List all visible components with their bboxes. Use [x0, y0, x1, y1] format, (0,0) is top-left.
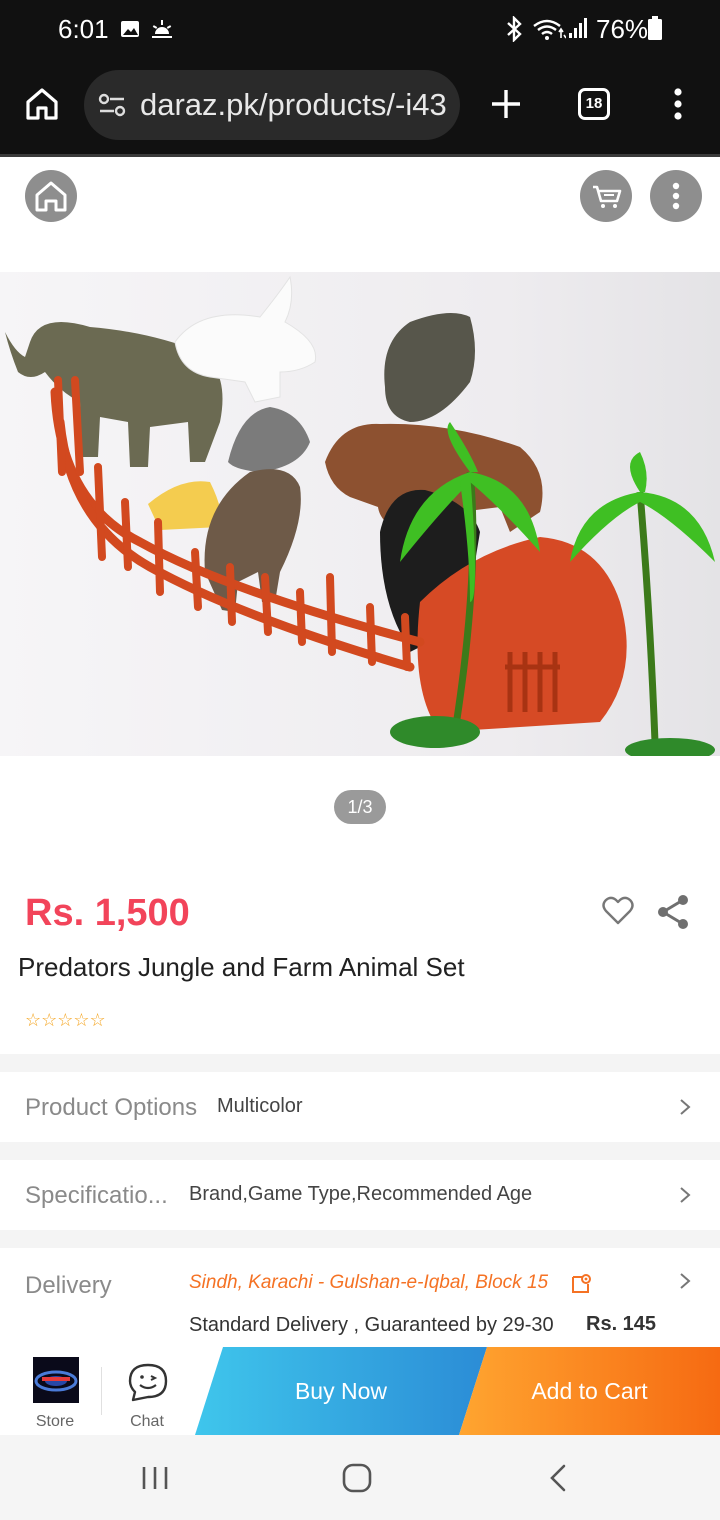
- chat-button[interactable]: Chat: [102, 1347, 192, 1435]
- status-bar: 6:01 76%: [0, 0, 720, 58]
- product-options-row[interactable]: Product Options Multicolor: [0, 1072, 720, 1142]
- status-time: 6:01: [58, 14, 109, 44]
- chat-label: Chat: [130, 1413, 164, 1430]
- product-photo: [0, 272, 720, 756]
- chevron-right-icon: [680, 1099, 691, 1115]
- battery-icon: [648, 16, 662, 40]
- recents-icon[interactable]: [140, 1465, 170, 1491]
- section-divider: [0, 1142, 720, 1160]
- address-bar[interactable]: daraz.pk/products/-i43: [84, 70, 460, 140]
- chevron-right-icon: [680, 1187, 691, 1203]
- page-home-button[interactable]: [25, 170, 77, 222]
- location-edit-icon[interactable]: [570, 1273, 592, 1295]
- chevron-right-icon: [680, 1273, 691, 1289]
- product-price: Rs. 1,500: [25, 892, 190, 934]
- plus-icon[interactable]: [490, 88, 522, 120]
- specifications-row[interactable]: Specificatio... Brand,Game Type,Recommen…: [0, 1160, 720, 1230]
- rating-stars[interactable]: ☆☆☆☆☆: [25, 1010, 106, 1031]
- delivery-option: Standard Delivery , Guaranteed by 29-30: [189, 1314, 554, 1336]
- battery-percentage: 76%: [596, 14, 649, 44]
- add-to-cart-button[interactable]: Add to Cart: [459, 1347, 720, 1435]
- product-title: Predators Jungle and Farm Animal Set: [18, 952, 465, 982]
- home-icon: [35, 181, 67, 212]
- toolbar-divider: [0, 154, 720, 157]
- more-options-button[interactable]: [650, 170, 702, 222]
- bluetooth-icon: [507, 16, 522, 42]
- site-settings-icon[interactable]: [98, 93, 126, 117]
- specifications-label: Specificatio...: [25, 1182, 168, 1209]
- gallery-icon: [121, 21, 139, 37]
- url-text[interactable]: daraz.pk/products/-i43: [140, 87, 447, 123]
- section-divider: [0, 1054, 720, 1072]
- share-icon[interactable]: [656, 894, 690, 930]
- delivery-label: Delivery: [25, 1272, 112, 1299]
- weather-icon: [152, 20, 172, 38]
- store-logo: [33, 1357, 79, 1403]
- image-counter: 1/3: [334, 790, 386, 824]
- cart-button[interactable]: [580, 170, 632, 222]
- chat-icon: [128, 1363, 168, 1402]
- tab-switcher-icon[interactable]: 18: [578, 88, 610, 120]
- browser-toolbar: daraz.pk/products/-i43 18: [0, 58, 720, 154]
- home-icon[interactable]: [24, 86, 60, 122]
- store-button[interactable]: Store: [10, 1347, 100, 1435]
- buy-now-button[interactable]: Buy Now: [195, 1347, 487, 1435]
- store-label: Store: [35, 1413, 75, 1430]
- product-image[interactable]: [0, 272, 720, 756]
- action-bar: Store Chat Buy Now Add to Cart: [0, 1347, 720, 1435]
- back-icon[interactable]: [548, 1463, 568, 1493]
- section-divider: [0, 1230, 720, 1248]
- system-navigation-bar: [0, 1435, 720, 1520]
- cart-icon: [593, 185, 622, 208]
- wifi-icon: [533, 19, 566, 40]
- delivery-fee: Rs. 145: [586, 1313, 657, 1335]
- product-options-label: Product Options: [25, 1094, 198, 1121]
- product-options-value: Multicolor: [217, 1095, 303, 1117]
- specifications-value: Brand,Game Type,Recommended Age: [189, 1183, 533, 1205]
- kebab-menu-icon[interactable]: [670, 86, 686, 122]
- heart-icon[interactable]: [602, 896, 634, 926]
- signal-icon: [569, 18, 587, 38]
- kebab-menu-icon: [672, 182, 680, 210]
- nav-home-icon[interactable]: [342, 1463, 372, 1493]
- delivery-location[interactable]: Sindh, Karachi - Gulshan-e-Iqbal, Block …: [189, 1272, 548, 1294]
